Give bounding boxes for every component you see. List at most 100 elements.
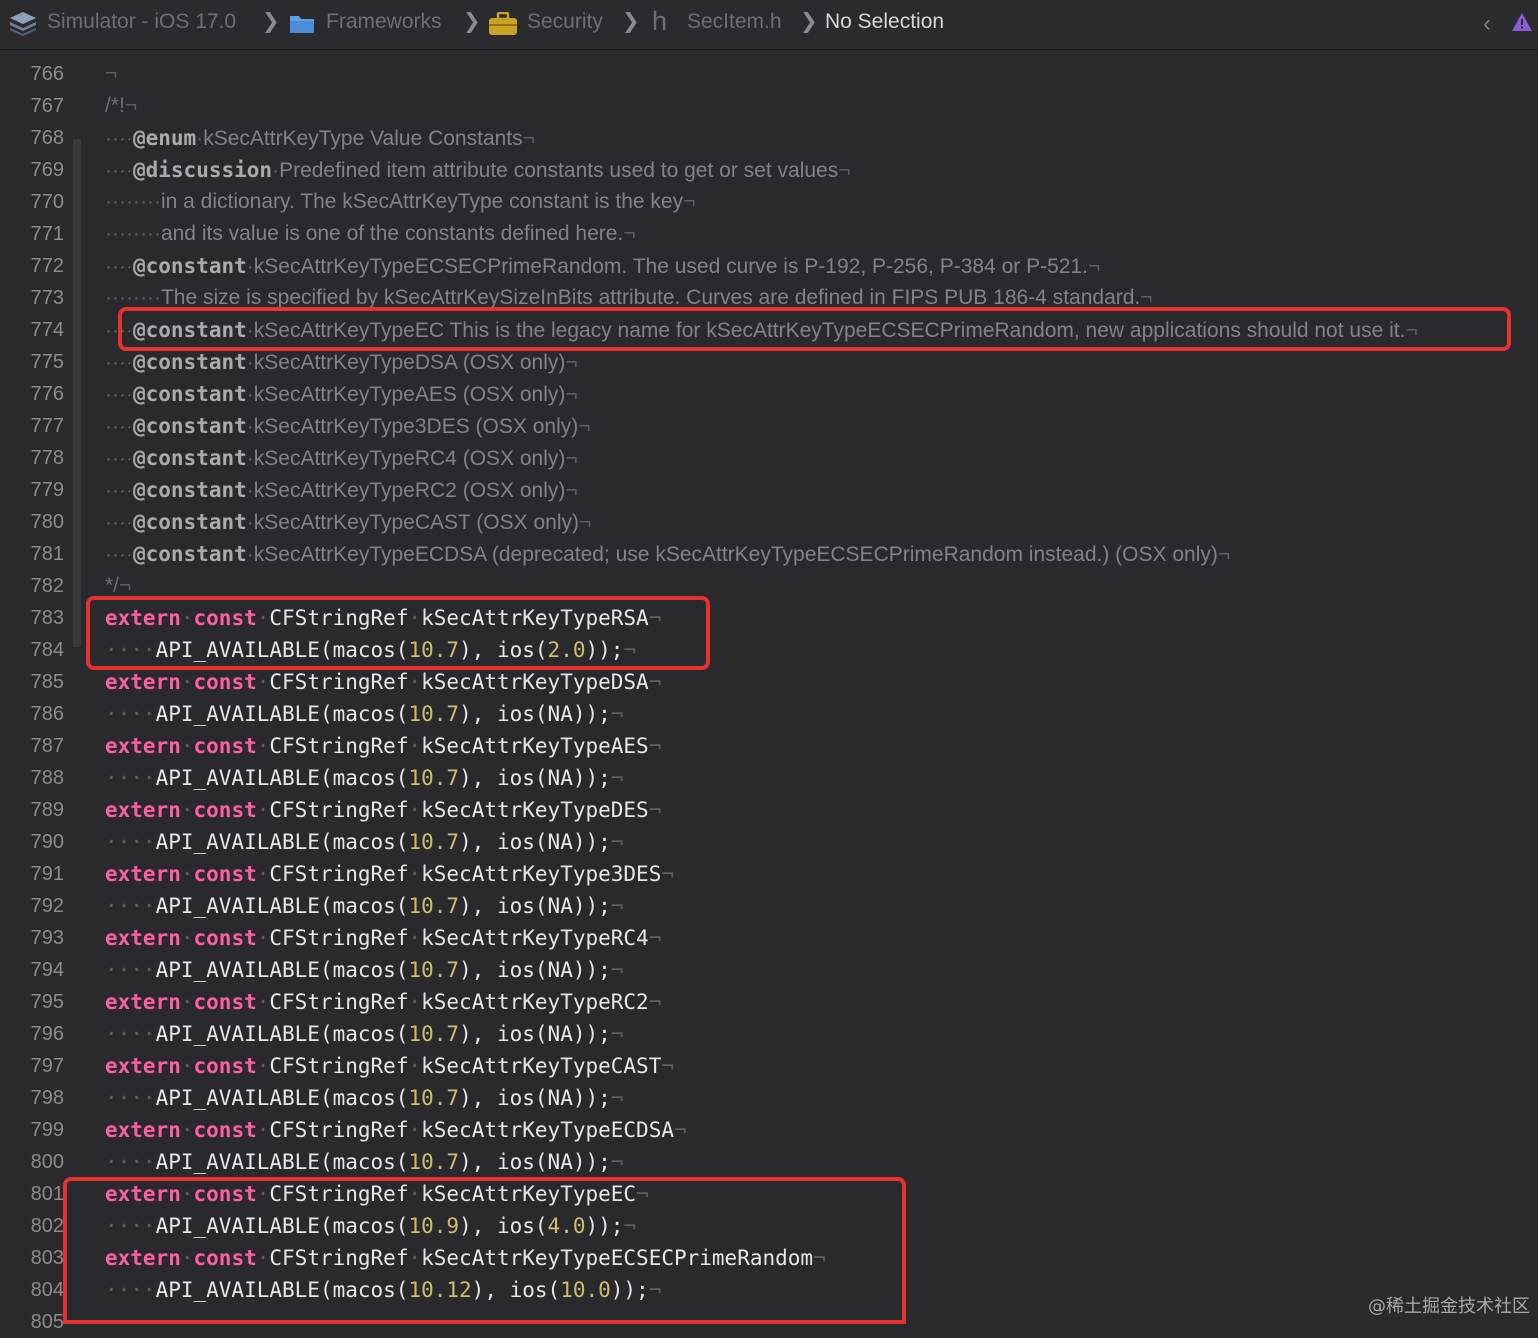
line-number[interactable]: 796	[0, 1018, 64, 1050]
line-number[interactable]: 781	[0, 538, 64, 570]
line-number[interactable]: 777	[0, 410, 64, 442]
jump-bar: Simulator - iOS 17.0 ❯ Frameworks ❯ Secu…	[0, 0, 1538, 50]
line-number[interactable]: 784	[0, 634, 64, 666]
line-number[interactable]: 779	[0, 474, 64, 506]
line-number[interactable]: 766	[0, 58, 64, 90]
ios-version: NA	[547, 1022, 573, 1046]
line-number[interactable]: 776	[0, 378, 64, 410]
line-number[interactable]: 792	[0, 890, 64, 922]
line-number[interactable]: 793	[0, 922, 64, 954]
whitespace-dots: ····	[105, 159, 133, 182]
whitespace-dot: ·	[256, 1118, 270, 1142]
eol-marker: ¬	[623, 222, 636, 245]
availability-mid: ), ios(	[459, 702, 548, 726]
constant-name: kSecAttrKeyTypeRC2	[421, 990, 649, 1014]
keyword-const: const	[193, 798, 257, 822]
keyword-extern: extern	[105, 734, 181, 758]
line-number[interactable]: 787	[0, 730, 64, 762]
line-number[interactable]: 769	[0, 154, 64, 186]
eol-marker: ¬	[610, 1022, 624, 1046]
line-number[interactable]: 803	[0, 1242, 64, 1274]
availability-macro: API_AVAILABLE(macos(	[155, 1022, 409, 1046]
code-line: ····@constant·kSecAttrKeyType3DES (OSX o…	[105, 414, 591, 438]
eol-marker: ¬	[661, 862, 674, 886]
line-number[interactable]: 804	[0, 1274, 64, 1306]
availability-end: ));	[572, 1150, 611, 1174]
line-number[interactable]: 775	[0, 346, 64, 378]
whitespace-dots: ····	[105, 894, 156, 918]
code-line: ····@constant·kSecAttrKeyTypeRC2 (OSX on…	[105, 478, 578, 502]
line-number[interactable]: 767	[0, 90, 64, 122]
line-number[interactable]: 801	[0, 1178, 64, 1210]
line-number[interactable]: 795	[0, 986, 64, 1018]
scheme-destination[interactable]: Simulator - iOS 17.0	[47, 10, 236, 34]
eol-marker: ¬	[610, 702, 624, 726]
line-number[interactable]: 772	[0, 250, 64, 282]
keyword-const: const	[193, 1118, 257, 1142]
code-line: ····@enum·kSecAttrKeyType Value Constant…	[105, 126, 535, 150]
line-number[interactable]: 797	[0, 1050, 64, 1082]
line-number[interactable]: 790	[0, 826, 64, 858]
line-number[interactable]: 805	[0, 1306, 64, 1338]
constant-name: kSecAttrKeyTypeDSA	[421, 670, 649, 694]
eol-marker: ¬	[674, 1118, 687, 1142]
line-number[interactable]: 789	[0, 794, 64, 826]
comment-text: The size is specified by kSecAttrKeySize…	[160, 286, 1141, 309]
line-number[interactable]: 788	[0, 762, 64, 794]
code-line: ¬	[105, 58, 117, 90]
line-number[interactable]: 768	[0, 122, 64, 154]
line-number[interactable]: 782	[0, 570, 64, 602]
crumb-no-selection[interactable]: No Selection	[825, 10, 944, 34]
comment-text: kSecAttrKeyTypeAES (OSX only)	[253, 383, 566, 406]
doc-keyword: @constant	[132, 446, 247, 470]
comment-text: in a dictionary. The kSecAttrKeyType con…	[160, 190, 684, 213]
ios-version: NA	[547, 1150, 573, 1174]
line-number[interactable]: 798	[0, 1082, 64, 1114]
availability-macro: API_AVAILABLE(macos(	[155, 1150, 409, 1174]
line-number[interactable]: 799	[0, 1114, 64, 1146]
line-number[interactable]: 786	[0, 698, 64, 730]
line-number[interactable]: 778	[0, 442, 64, 474]
crumb-security[interactable]: Security	[527, 10, 603, 34]
line-number[interactable]: 802	[0, 1210, 64, 1242]
macos-version: 10.7	[408, 1022, 460, 1046]
keyword-extern: extern	[105, 1118, 181, 1142]
line-number[interactable]: 774	[0, 314, 64, 346]
keyword-const: const	[193, 862, 257, 886]
chevron-left-icon[interactable]: ‹	[1483, 10, 1491, 38]
keyword-extern: extern	[105, 670, 181, 694]
keyword-const: const	[193, 670, 257, 694]
line-number[interactable]: 780	[0, 506, 64, 538]
line-number[interactable]: 771	[0, 218, 64, 250]
type-name: CFStringRef	[269, 798, 409, 822]
macos-version: 10.7	[408, 1086, 460, 1110]
ios-version: NA	[547, 894, 573, 918]
jumpbar-separator: ❯	[463, 10, 481, 33]
line-number[interactable]: 783	[0, 602, 64, 634]
warning-icon[interactable]	[1511, 12, 1533, 38]
code-fold-ribbon[interactable]	[73, 139, 81, 647]
availability-end: ));	[572, 830, 611, 854]
line-number[interactable]: 785	[0, 666, 64, 698]
code-line: ········in a dictionary. The kSecAttrKey…	[105, 186, 695, 218]
doc-keyword: @constant	[132, 510, 247, 534]
eol-marker: ¬	[565, 479, 578, 502]
whitespace-dots: ····	[105, 1086, 156, 1110]
whitespace-dot: ·	[180, 990, 194, 1014]
folder-icon	[289, 13, 315, 41]
line-number[interactable]: 773	[0, 282, 64, 314]
whitespace-dot: ·	[256, 926, 270, 950]
line-number[interactable]: 800	[0, 1146, 64, 1178]
eol-marker: ¬	[578, 415, 591, 438]
crumb-secitem-h[interactable]: SecItem.h	[687, 10, 782, 34]
keyword-const: const	[193, 990, 257, 1014]
line-number[interactable]: 794	[0, 954, 64, 986]
highlight-box-rsa	[86, 596, 710, 670]
whitespace-dot: ·	[256, 862, 270, 886]
crumb-frameworks[interactable]: Frameworks	[326, 10, 442, 34]
line-number[interactable]: 770	[0, 186, 64, 218]
code-line: ····@constant·kSecAttrKeyTypeECDSA (depr…	[105, 542, 1231, 566]
eol-marker: ¬	[648, 798, 662, 822]
type-name: CFStringRef	[269, 990, 409, 1014]
line-number[interactable]: 791	[0, 858, 64, 890]
